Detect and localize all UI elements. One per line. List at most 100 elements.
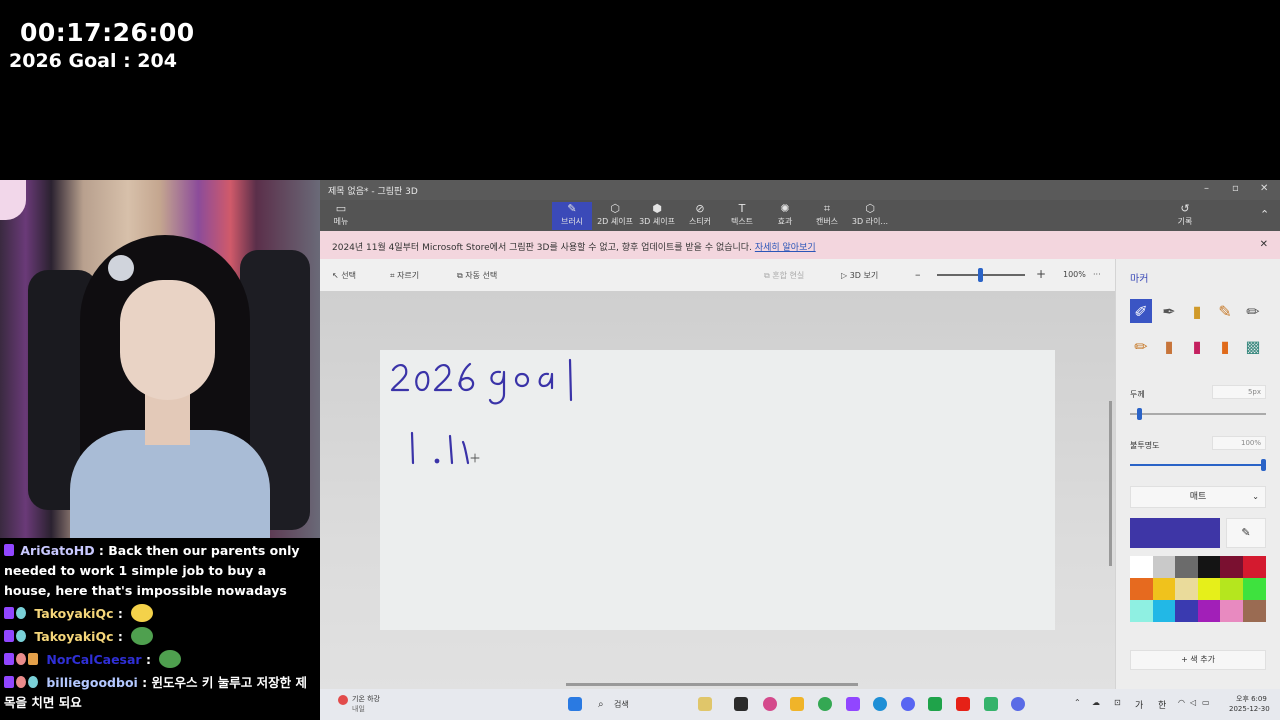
history-button[interactable]: ↺ 기록 [1165, 202, 1205, 230]
network-icon[interactable]: ⊡ [1114, 698, 1121, 707]
color-swatch[interactable] [1130, 556, 1153, 578]
edge-icon[interactable] [873, 697, 887, 711]
weather-icon[interactable] [338, 695, 348, 705]
chat-username[interactable]: AriGatoHD [20, 543, 94, 558]
tab-effects[interactable]: ✺ 효과 [765, 202, 805, 230]
color-swatch[interactable] [1197, 600, 1221, 622]
calligraphy-pen-button[interactable]: ✒ [1158, 299, 1180, 323]
learn-more-link[interactable]: 자세히 알아보기 [755, 243, 816, 253]
maximize-button[interactable]: ▫ [1232, 183, 1239, 194]
mixed-reality-label: 혼합 현실 [772, 271, 805, 280]
color-swatch[interactable] [1242, 600, 1266, 622]
marker-brush-button[interactable]: ✐ [1130, 299, 1152, 323]
color-swatch[interactable] [1220, 578, 1243, 600]
opacity-input[interactable]: 100% [1212, 436, 1266, 450]
eyedropper-button[interactable]: ✎ [1226, 518, 1266, 548]
pencil-button[interactable]: ✏ [1130, 334, 1152, 358]
add-color-button[interactable]: + 색 추가 [1130, 650, 1266, 670]
chat-username[interactable]: TakoyakiQc [34, 629, 113, 644]
color-swatch[interactable] [1152, 556, 1176, 578]
weather-text[interactable]: 기온 하강 [352, 694, 380, 704]
thickness-input[interactable]: 5px [1212, 385, 1266, 399]
color-swatch[interactable] [1152, 578, 1176, 600]
naver-icon[interactable] [928, 697, 942, 711]
title-bar[interactable]: 제목 없음* - 그림판 3D – ▫ ✕ [320, 180, 1280, 200]
select-tool[interactable]: ↖ 선택 [332, 270, 356, 281]
oil-brush-button[interactable]: ▮ [1186, 299, 1208, 323]
task-view-icon[interactable] [734, 697, 748, 711]
minimize-button[interactable]: – [1204, 183, 1209, 194]
chat-username[interactable]: TakoyakiQc [34, 606, 113, 621]
tray-chevron-icon[interactable]: ⌃ [1074, 698, 1081, 707]
more-options-button[interactable]: ··· [1093, 270, 1101, 279]
close-button[interactable]: ✕ [1260, 183, 1268, 194]
finish-dropdown[interactable]: 매트 ⌄ [1130, 486, 1266, 508]
collapse-ribbon-icon[interactable]: ⌃ [1260, 208, 1269, 221]
color-swatch[interactable] [1152, 600, 1176, 622]
current-color-swatch[interactable] [1130, 518, 1220, 548]
color-swatch[interactable] [1242, 556, 1266, 578]
zoom-out-button[interactable]: – [915, 268, 921, 281]
eraser-button[interactable]: ▮ [1158, 334, 1180, 358]
watercolor-button[interactable]: ✎ [1214, 299, 1236, 323]
search-box[interactable]: 검색 [614, 699, 629, 710]
widgets-icon[interactable] [698, 697, 712, 711]
tab-brushes[interactable]: ✎ 브러시 [552, 202, 592, 230]
mixed-reality-button[interactable]: ⧉ 혼합 현실 [764, 270, 804, 281]
crayon-button[interactable]: ▮ [1186, 334, 1208, 358]
file-explorer-icon[interactable] [790, 697, 804, 711]
volume-icon[interactable]: ◁ [1190, 698, 1196, 707]
spray-can-button[interactable]: ▮ [1214, 334, 1236, 358]
color-swatch[interactable] [1220, 556, 1243, 578]
cloud-icon[interactable]: ☁ [1092, 698, 1100, 707]
zoom-in-button[interactable]: + [1036, 267, 1046, 281]
tab-canvas[interactable]: ⌗ 캔버스 [807, 202, 847, 230]
horizontal-scrollbar[interactable] [566, 683, 858, 686]
drawing-canvas[interactable] [380, 350, 1055, 630]
copilot-icon[interactable] [763, 697, 777, 711]
twitch-icon[interactable] [846, 697, 860, 711]
color-swatch[interactable] [1175, 600, 1198, 622]
battery-icon[interactable]: ▭ [1202, 698, 1210, 707]
discord-icon[interactable] [901, 697, 915, 711]
notice-close-icon[interactable]: ✕ [1260, 239, 1268, 250]
thickness-slider-thumb[interactable] [1136, 408, 1142, 420]
chat-username[interactable]: NorCalCaesar [46, 652, 141, 667]
crop-tool[interactable]: ⌗ 자르기 [390, 270, 419, 281]
search-icon[interactable]: ⌕ [598, 699, 604, 710]
color-swatch[interactable] [1197, 578, 1221, 600]
color-swatch[interactable] [1175, 556, 1198, 578]
3d-view-button[interactable]: ▷ 3D 보기 [841, 270, 878, 281]
tab-stickers[interactable]: ⊘ 스티커 [680, 202, 720, 230]
ink-1c [461, 440, 470, 465]
menu-button[interactable]: ▭ 메뉴 [328, 202, 354, 230]
tab-text[interactable]: T 텍스트 [722, 202, 762, 230]
windows-start-icon[interactable] [568, 697, 582, 711]
tab-3d-shapes[interactable]: ⬢ 3D 셰이프 [637, 202, 677, 230]
color-swatch[interactable] [1130, 600, 1153, 622]
color-swatch[interactable] [1175, 578, 1198, 600]
fill-bucket-button[interactable]: ▩ [1242, 334, 1264, 358]
clock-date[interactable]: 2025-12-30 [1229, 705, 1270, 713]
vertical-scrollbar[interactable] [1109, 401, 1112, 566]
opacity-slider-thumb[interactable] [1261, 459, 1266, 471]
paint3d-taskbar-icon[interactable] [1011, 697, 1025, 711]
wifi-icon[interactable]: ◠ [1178, 698, 1185, 707]
color-swatch[interactable] [1220, 600, 1243, 622]
chrome-icon[interactable] [818, 697, 832, 711]
notes-icon[interactable] [984, 697, 998, 711]
ime-indicator[interactable]: 가 [1135, 698, 1143, 711]
tab-3d-library[interactable]: ⬡ 3D 라이... [850, 202, 890, 230]
pixel-pen-button[interactable]: ✏ [1242, 299, 1264, 323]
color-swatch[interactable] [1242, 578, 1266, 600]
clock-time[interactable]: 오후 6:09 [1236, 694, 1267, 704]
youtube-icon[interactable] [956, 697, 970, 711]
color-swatch[interactable] [1130, 578, 1153, 600]
thickness-slider-track[interactable] [1130, 413, 1266, 415]
tab-2d-shapes[interactable]: ⬡ 2D 셰이프 [595, 202, 635, 230]
language-indicator[interactable]: 한 [1158, 698, 1166, 711]
zoom-slider-thumb[interactable] [978, 268, 983, 282]
magic-select-tool[interactable]: ⧉ 자동 선택 [457, 270, 497, 281]
color-swatch[interactable] [1197, 556, 1221, 578]
chat-username[interactable]: billiegoodboi [46, 675, 137, 690]
